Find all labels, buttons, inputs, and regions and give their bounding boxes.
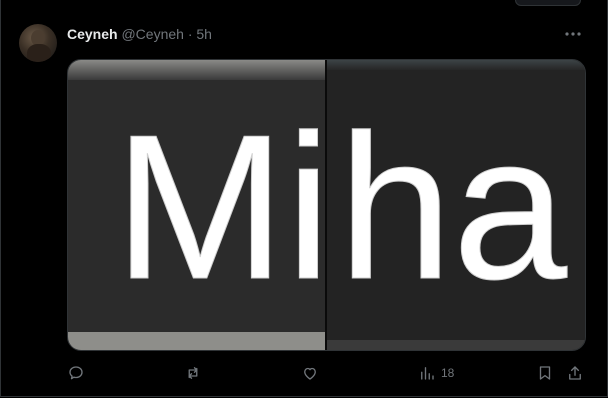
tweet-card[interactable]: Ceyneh @Ceyneh · 5h Mi ha 18 xyxy=(0,0,608,397)
post-header: Ceyneh @Ceyneh · 5h xyxy=(67,26,212,42)
top-button-edge[interactable] xyxy=(515,0,581,6)
share-icon xyxy=(569,366,581,380)
image-text-right: ha xyxy=(338,92,568,322)
handle[interactable]: @Ceyneh xyxy=(121,26,183,42)
reply-icon xyxy=(69,366,83,380)
more-options-button[interactable] xyxy=(561,24,585,44)
like-button[interactable] xyxy=(301,362,319,384)
views-button[interactable]: 18 xyxy=(418,362,454,384)
action-bar: 18 xyxy=(67,362,591,384)
reply-button[interactable] xyxy=(67,362,85,384)
avatar-body xyxy=(27,44,51,62)
separator-dot: · xyxy=(187,26,193,42)
post-image[interactable]: Mi ha xyxy=(67,59,586,351)
share-button[interactable] xyxy=(566,362,584,384)
bookmark-icon xyxy=(539,366,551,380)
bookmark-button[interactable] xyxy=(536,362,554,384)
avatar[interactable] xyxy=(19,24,57,62)
display-name[interactable]: Ceyneh xyxy=(67,26,118,42)
image-text-left: Mi xyxy=(114,92,331,322)
repost-button[interactable] xyxy=(184,362,202,384)
repost-icon xyxy=(188,367,198,379)
heart-icon xyxy=(304,367,316,380)
timestamp[interactable]: 5h xyxy=(196,26,212,42)
more-horizontal-icon xyxy=(565,32,581,36)
views-chart-icon xyxy=(421,367,434,380)
views-count: 18 xyxy=(441,366,455,380)
